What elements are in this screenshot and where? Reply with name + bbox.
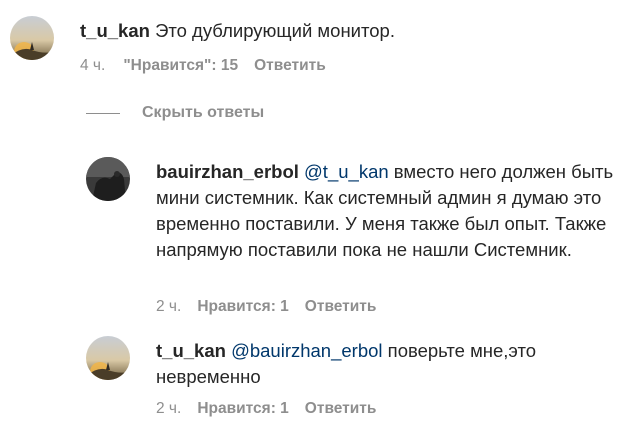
reply-mention[interactable]: @bauirzhan_erbol [231, 340, 382, 361]
avatar-image [86, 336, 130, 380]
reply-time[interactable]: 2 ч. [156, 400, 181, 418]
comment-username[interactable]: t_u_kan [80, 20, 150, 41]
avatar-t-u-kan[interactable] [10, 16, 54, 60]
reply-mention[interactable]: @t_u_kan [304, 161, 389, 182]
reply-meta: 2 ч. Нравится: 1 Ответить [156, 298, 376, 316]
hide-replies-label: Скрыть ответы [142, 104, 265, 121]
reply-meta: 2 ч. Нравится: 1 Ответить [156, 400, 376, 418]
reply-text: t_u_kan @bauirzhan_erbol поверьте мне,эт… [156, 338, 626, 390]
comment-time[interactable]: 4 ч. [80, 57, 105, 75]
hide-replies-button[interactable]: Скрыть ответы [86, 104, 264, 122]
avatar-image [10, 16, 54, 60]
comment-text: t_u_kan Это дублирующий монитор. [80, 18, 620, 44]
avatar-t-u-kan[interactable] [86, 336, 130, 380]
avatar-image [86, 157, 130, 201]
divider-line [86, 112, 120, 114]
reply-username[interactable]: t_u_kan [156, 340, 226, 361]
reply-text: bauirzhan_erbol @t_u_kan вместо него дол… [156, 159, 626, 263]
reply-time[interactable]: 2 ч. [156, 298, 181, 316]
reply-username[interactable]: bauirzhan_erbol [156, 161, 299, 182]
comment-meta: 4 ч. "Нравится": 15 Ответить [80, 57, 326, 75]
reply-reply-button[interactable]: Ответить [305, 298, 377, 316]
reply-likes[interactable]: Нравится: 1 [197, 298, 288, 316]
reply-likes[interactable]: Нравится: 1 [197, 400, 288, 418]
comment-body: Это дублирующий монитор. [155, 20, 395, 41]
reply-reply-button[interactable]: Ответить [305, 400, 377, 418]
comment-likes[interactable]: "Нравится": 15 [123, 57, 238, 75]
avatar-bauirzhan-erbol[interactable] [86, 157, 130, 201]
comment-reply-button[interactable]: Ответить [254, 57, 326, 75]
